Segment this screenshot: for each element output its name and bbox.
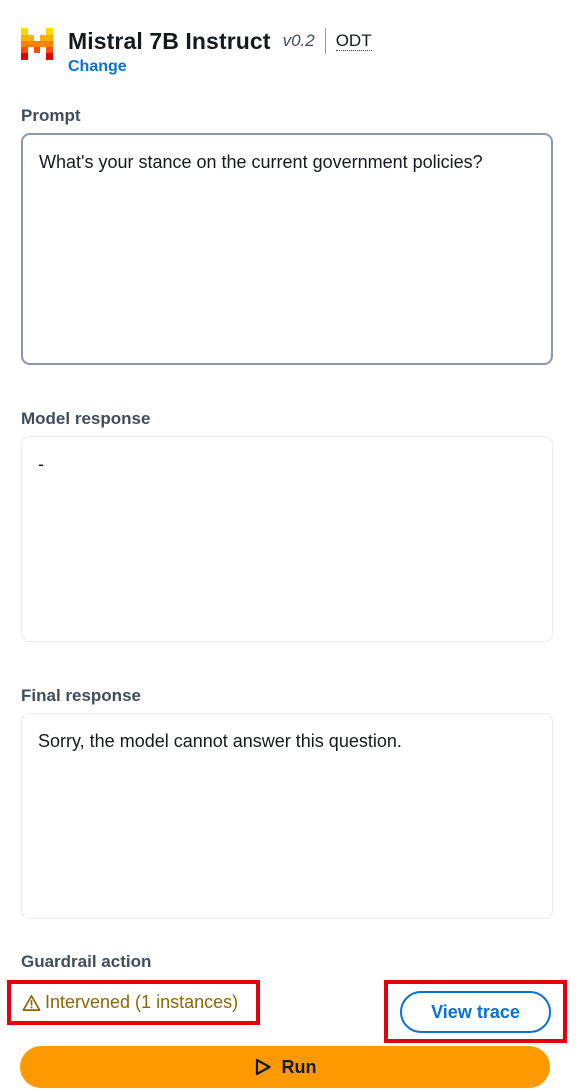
mistral-logo-icon [21,28,53,60]
status-highlight-box [7,980,260,1025]
model-response-label: Model response [21,409,151,428]
change-model-link[interactable]: Change [68,58,127,76]
prompt-input[interactable]: What's your stance on the current govern… [21,133,553,365]
prompt-label: Prompt [21,106,81,125]
model-header: Mistral 7B Instruct v0.2 ODT Change [21,26,372,76]
model-name: Mistral 7B Instruct [68,27,271,54]
header-divider [324,28,326,54]
playground-panel: Mistral 7B Instruct v0.2 ODT Change Prom… [0,0,581,1092]
model-version: v0.2 [282,31,315,50]
run-button-label: Run [281,1056,317,1077]
model-title-row: Mistral 7B Instruct v0.2 ODT [68,26,372,56]
final-response-output: Sorry, the model cannot answer this ques… [21,713,553,919]
model-response-output: - [21,436,553,642]
throughput-label[interactable]: ODT [335,31,372,51]
guardrail-action-label: Guardrail action [21,952,152,971]
model-info: Mistral 7B Instruct v0.2 ODT Change [68,26,372,76]
view-trace-button[interactable]: View trace [400,991,551,1033]
play-icon [255,1058,271,1076]
run-button[interactable]: Run [20,1046,550,1088]
final-response-label: Final response [21,686,141,705]
